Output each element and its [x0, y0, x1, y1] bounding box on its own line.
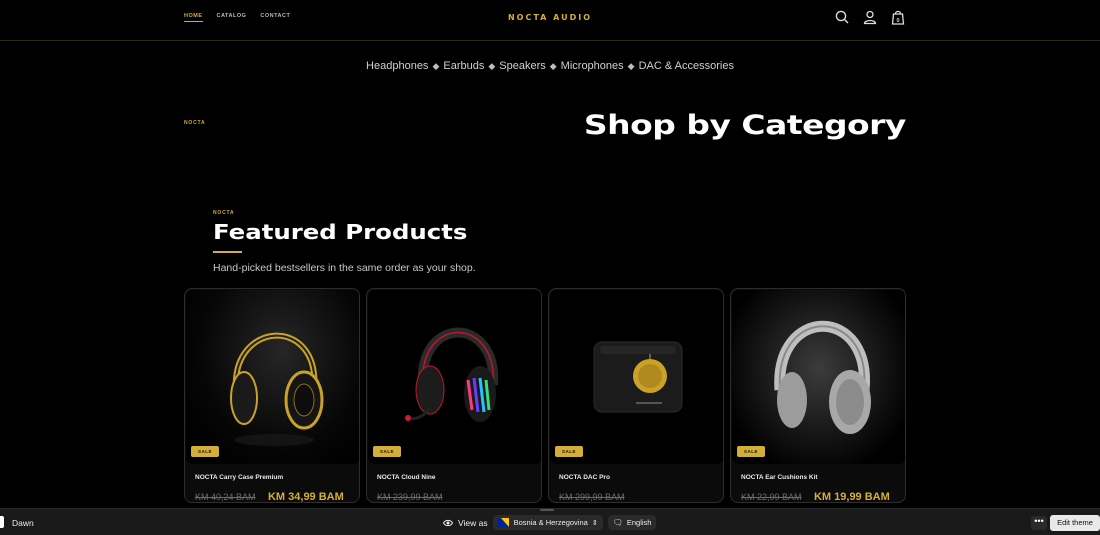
product-image-dac[interactable] — [550, 290, 723, 464]
bosnia-flag-icon — [497, 518, 510, 527]
separator-diamond: ◆ — [432, 61, 440, 71]
sale-badge: SALE — [737, 446, 766, 457]
dac-device-icon — [593, 341, 683, 413]
separator-diamond: ◆ — [627, 61, 635, 71]
product-card[interactable]: SALE NOCTA Ear Cushions Kit KM 22,99 BAM… — [730, 288, 906, 503]
cart-count: 0 — [896, 18, 899, 24]
product-card[interactable]: SALE NOCTA DAC Pro KM 299,99 BAM — [548, 288, 724, 503]
search-icon[interactable] — [834, 9, 850, 25]
featured-eyebrow: NOCTA — [213, 210, 235, 216]
featured-subtitle: Hand-picked bestsellers in the same orde… — [213, 262, 476, 274]
product-name[interactable]: NOCTA Carry Case Premium — [195, 474, 283, 481]
country-value: Bosnia & Herzegovina — [513, 518, 588, 527]
theme-editor-bar: Dawn View as Bosnia & Herzegovina ⇕ 🗨 En… — [0, 508, 1100, 535]
separator-diamond: ◆ — [549, 61, 557, 71]
category-dac-accessories[interactable]: DAC & Accessories — [639, 60, 734, 72]
product-image-headphones-gold[interactable] — [186, 290, 359, 464]
view-as-controls: View as Bosnia & Herzegovina ⇕ 🗨 English — [443, 515, 657, 530]
shop-title: Shop by Category — [584, 110, 906, 141]
product-name[interactable]: NOCTA Cloud Nine — [377, 474, 436, 481]
headphones-silver-icon — [774, 320, 871, 434]
product-prices: KM 239,99 BAM — [377, 487, 451, 502]
category-menu: Headphones ◆ Earbuds ◆ Speakers ◆ Microphones ◆… — [0, 60, 1100, 72]
category-earbuds[interactable]: Earbuds — [443, 60, 484, 72]
sale-price: KM 34,99 BAM — [267, 491, 344, 503]
language-value: English — [626, 518, 652, 527]
sale-price: KM 19,99 BAM — [813, 491, 890, 503]
language-icon: 🗨 — [612, 518, 623, 527]
theme-indicator-icon — [0, 516, 4, 528]
site-header: HOME CATALOG CONTACT NOCTA AUDIO 0 — [0, 0, 1100, 41]
product-image-headphones-silver[interactable] — [732, 290, 905, 464]
old-price: KM 239,99 BAM — [377, 492, 443, 502]
featured-title: Featured Products — [213, 220, 468, 244]
edit-theme-button[interactable]: Edit theme — [1050, 515, 1100, 531]
product-name[interactable]: NOCTA Ear Cushions Kit — [741, 474, 818, 481]
sale-badge: SALE — [555, 446, 584, 457]
eye-icon — [443, 519, 453, 526]
title-underline — [213, 251, 242, 253]
shop-eyebrow: NOCTA — [184, 120, 206, 126]
separator-diamond: ◆ — [488, 61, 496, 71]
product-prices: KM 40,24 BAM KM 34,99 BAM — [195, 487, 344, 503]
old-price: KM 40,24 BAM — [195, 492, 256, 502]
cart-icon[interactable]: 0 — [890, 9, 906, 25]
product-prices: KM 22,99 BAM KM 19,99 BAM — [741, 487, 890, 503]
product-card[interactable]: SALE NOCTA Carry Case Premium KM 40,24 B… — [184, 288, 360, 503]
header-icons: 0 — [834, 9, 906, 25]
drag-handle[interactable] — [540, 509, 554, 511]
old-price: KM 22,99 BAM — [741, 492, 802, 502]
product-grid: SALE NOCTA Carry Case Premium KM 40,24 B… — [184, 288, 906, 503]
category-microphones[interactable]: Microphones — [561, 60, 624, 72]
logo[interactable]: NOCTA AUDIO — [0, 13, 1100, 22]
sale-badge: SALE — [191, 446, 220, 457]
headset-rgb-icon — [405, 327, 499, 422]
headphones-gold-icon — [230, 332, 324, 446]
view-as-label: View as — [458, 517, 488, 528]
category-speakers[interactable]: Speakers — [499, 60, 545, 72]
old-price: KM 299,99 BAM — [559, 492, 625, 502]
chevron-updown-icon: ⇕ — [591, 519, 598, 527]
more-options-button[interactable]: ••• — [1031, 516, 1047, 530]
account-icon[interactable] — [862, 9, 878, 25]
product-card[interactable]: SALE NOCTA Cloud Nine KM 239,99 BAM — [366, 288, 542, 503]
country-selector[interactable]: Bosnia & Herzegovina ⇕ — [492, 515, 603, 530]
sale-badge: SALE — [373, 446, 402, 457]
product-image-headset-rgb[interactable] — [368, 290, 541, 464]
product-name[interactable]: NOCTA DAC Pro — [559, 474, 610, 481]
theme-name: Dawn — [12, 518, 34, 528]
product-prices: KM 299,99 BAM — [559, 487, 633, 502]
language-selector[interactable]: 🗨 English — [607, 515, 657, 530]
category-headphones[interactable]: Headphones — [366, 60, 428, 72]
